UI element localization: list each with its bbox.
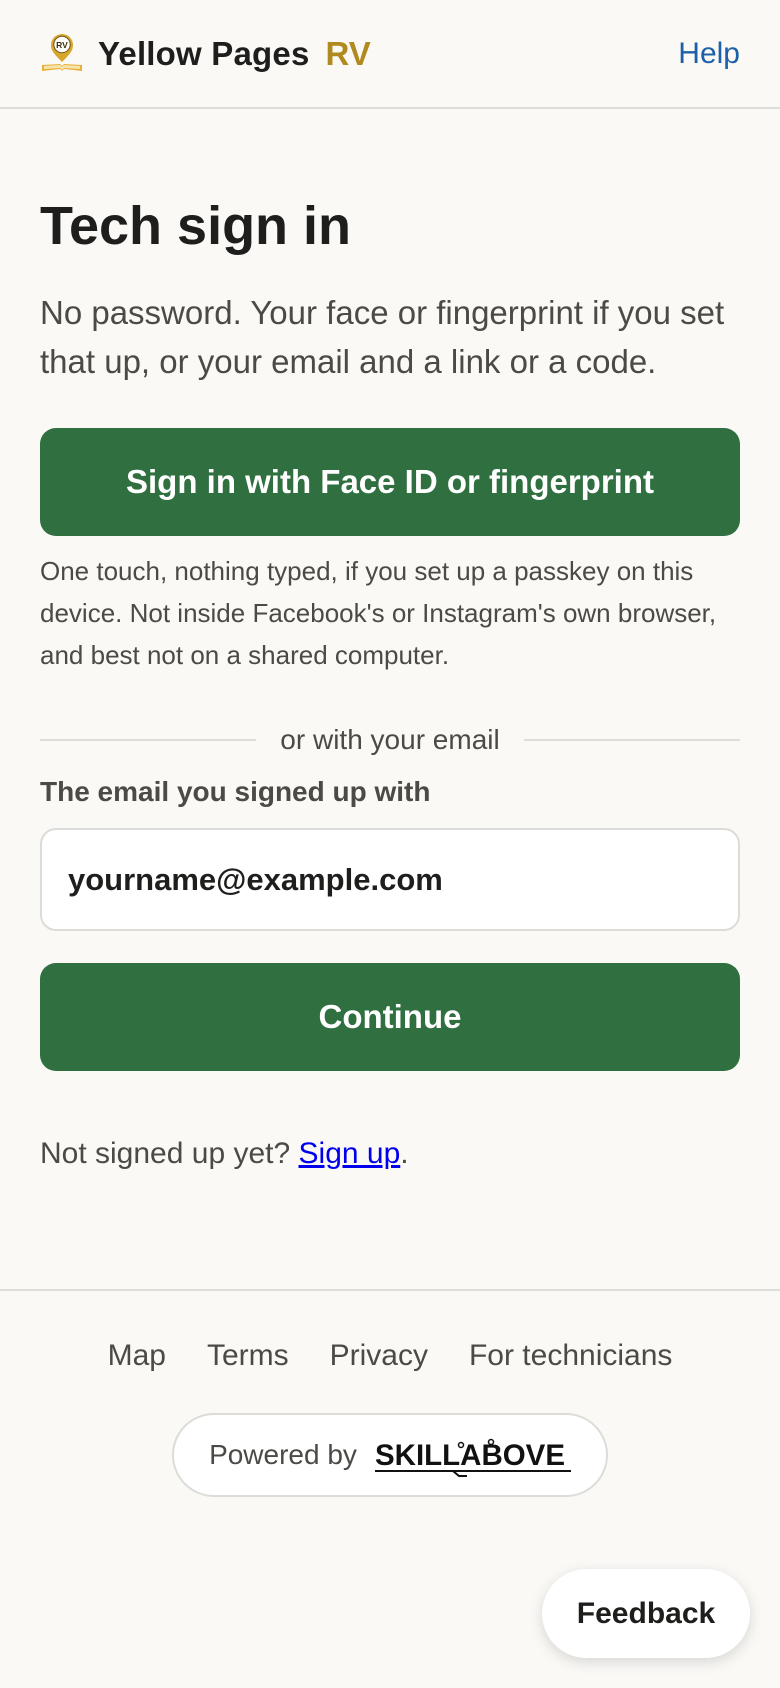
passkey-help-text: One touch, nothing typed, if you set up … bbox=[40, 556, 717, 671]
email-input[interactable] bbox=[40, 828, 740, 932]
signup-prompt: Not signed up yet? Sign up. bbox=[40, 1137, 740, 1171]
divider-line-right bbox=[523, 739, 740, 742]
powered-by-text: Powered by bbox=[209, 1439, 357, 1471]
divider-text: or with your email bbox=[280, 724, 500, 756]
powered-by-badge[interactable]: Powered by SKILLABOVE bbox=[172, 1413, 608, 1498]
sign-in-form: Tech sign in No password. Your face or f… bbox=[0, 196, 780, 1171]
signup-prompt-text: Not signed up yet? bbox=[40, 1137, 299, 1171]
intro-text: No password. Your face or fingerprint if… bbox=[40, 294, 725, 381]
svg-text:RV: RV bbox=[56, 40, 68, 50]
signup-link[interactable]: Sign up bbox=[299, 1137, 401, 1170]
skillabove-logo: SKILLABOVE bbox=[374, 1439, 571, 1478]
svg-text:SKILLABOVE: SKILLABOVE bbox=[375, 1439, 565, 1472]
brand-name: Yellow Pages bbox=[98, 34, 310, 72]
signup-suffix: . bbox=[400, 1137, 409, 1171]
footer-link-terms[interactable]: Terms bbox=[207, 1339, 289, 1373]
rv-map-pin-book-icon: RV bbox=[42, 33, 82, 71]
footer-link-privacy[interactable]: Privacy bbox=[330, 1339, 428, 1373]
brand-home-link[interactable]: RV Yellow Pages RV bbox=[40, 33, 371, 75]
site-footer: Map Terms Privacy For technicians Powere… bbox=[0, 1289, 780, 1498]
footer-nav: Map Terms Privacy For technicians bbox=[0, 1339, 780, 1373]
site-header: RV Yellow Pages RV Help bbox=[0, 0, 780, 109]
feedback-button[interactable]: Feedback bbox=[542, 1569, 750, 1658]
help-link[interactable]: Help bbox=[678, 37, 740, 71]
page-title: Tech sign in bbox=[40, 196, 352, 256]
passkey-sign-in-button[interactable]: Sign in with Face ID or fingerprint bbox=[40, 428, 740, 537]
email-label: The email you signed up with bbox=[40, 776, 431, 808]
brand-suffix: RV bbox=[325, 34, 371, 72]
footer-link-for-technicians[interactable]: For technicians bbox=[469, 1339, 672, 1373]
divider-line-left bbox=[40, 739, 257, 742]
footer-link-map[interactable]: Map bbox=[108, 1339, 166, 1373]
continue-button[interactable]: Continue bbox=[40, 963, 740, 1072]
email-divider: or with your email bbox=[40, 724, 740, 756]
